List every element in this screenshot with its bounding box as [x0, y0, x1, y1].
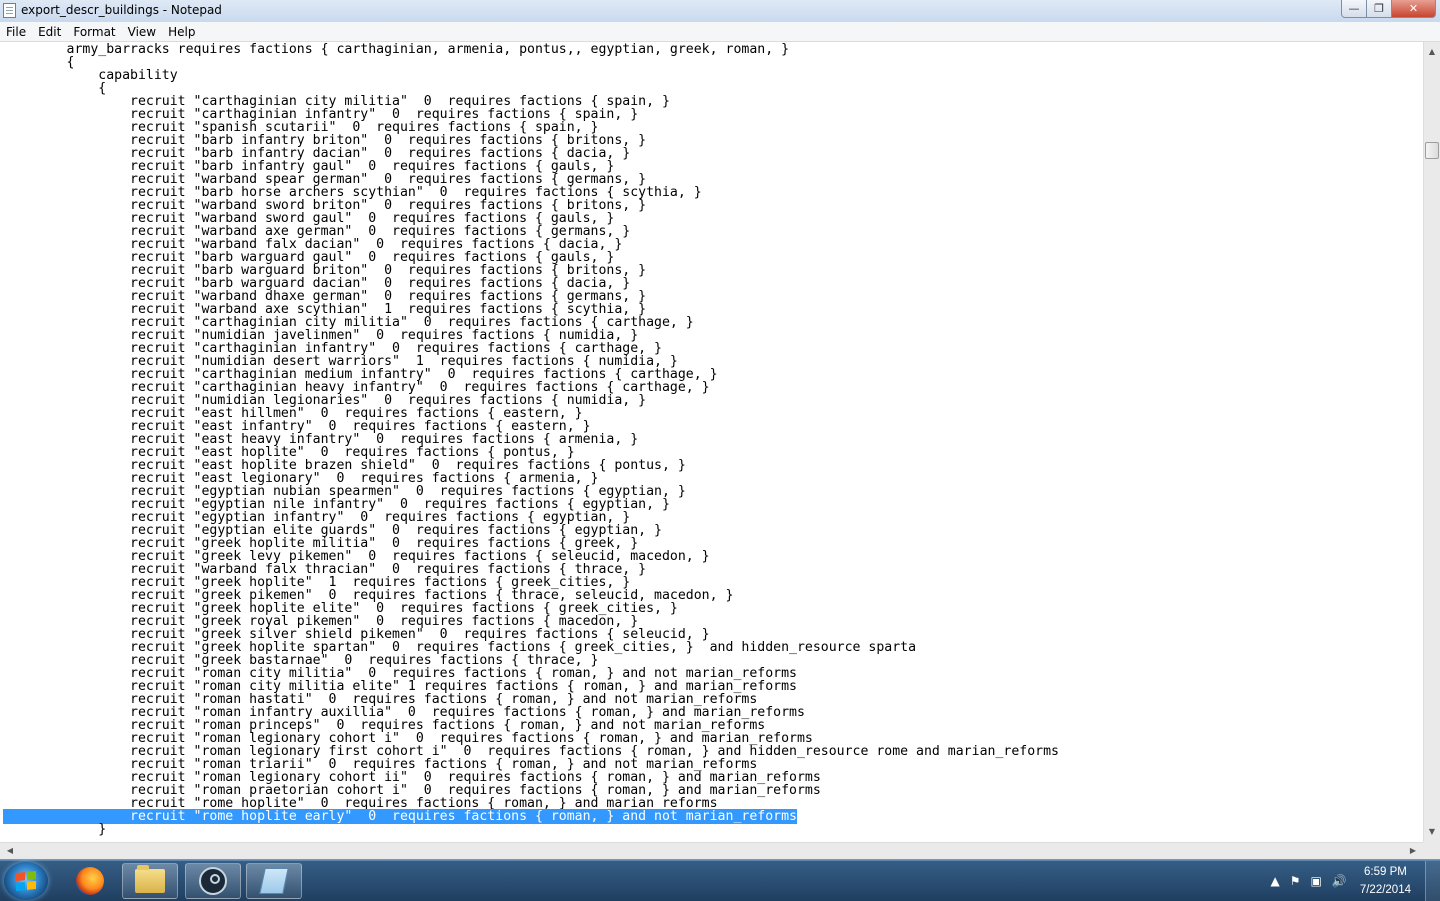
notepad-app-icon[interactable] [3, 3, 16, 18]
minimize-button[interactable]: — [1341, 0, 1367, 18]
network-icon[interactable]: ▣ [1311, 874, 1322, 888]
vertical-scrollbar[interactable]: ▲ ▼ [1423, 42, 1440, 842]
menu-view[interactable]: View [122, 25, 162, 39]
firefox-icon [76, 867, 104, 895]
menu-bar: File Edit Format View Help [0, 22, 1440, 42]
maximize-button[interactable]: ❐ [1366, 0, 1392, 18]
close-icon: ✕ [1408, 2, 1419, 15]
text-line[interactable]: capability [3, 69, 1059, 82]
clock-time: 6:59 PM [1364, 866, 1407, 878]
close-button[interactable]: ✕ [1391, 0, 1436, 18]
system-tray: ▲ ⚑ ▣ 🔊 6:59 PM 7/22/2014 [1266, 861, 1440, 901]
minimize-icon: — [1348, 2, 1360, 15]
scroll-left-arrow-icon[interactable]: ◀ [2, 843, 18, 859]
scroll-right-arrow-icon[interactable]: ▶ [1405, 843, 1421, 859]
action-center-flag-icon[interactable]: ⚑ [1290, 874, 1301, 888]
horizontal-scrollbar[interactable]: ◀ ▶ [0, 842, 1423, 859]
file-explorer-icon [135, 865, 165, 893]
menu-help[interactable]: Help [162, 25, 201, 39]
scroll-up-arrow-icon[interactable]: ▲ [1424, 44, 1440, 60]
scrollbar-corner [1423, 842, 1440, 859]
selected-text-line[interactable]: recruit "rome hoplite early" 0 requires … [3, 809, 1059, 824]
show-hidden-icons-chevron[interactable]: ▲ [1271, 874, 1280, 888]
text-line[interactable]: army_barracks requires factions { cartha… [3, 43, 1059, 56]
notepad-icon [259, 868, 289, 894]
text-editor-area[interactable]: army_barracks requires factions { cartha… [0, 42, 1423, 842]
steam-icon [199, 867, 227, 895]
taskbar-notepad[interactable] [246, 863, 302, 899]
start-button[interactable] [4, 862, 48, 900]
maximize-icon: ❐ [1374, 2, 1384, 15]
show-desktop-button[interactable] [1425, 861, 1440, 901]
text-line[interactable]: } [3, 823, 1059, 836]
document-text[interactable]: army_barracks requires factions { cartha… [3, 43, 1059, 836]
volume-icon[interactable]: 🔊 [1332, 874, 1347, 888]
menu-edit[interactable]: Edit [32, 25, 67, 39]
taskbar-file-explorer[interactable] [122, 863, 178, 899]
window-controls: — ❐ ✕ [1341, 0, 1436, 19]
clock[interactable]: 6:59 PM 7/22/2014 [1360, 863, 1411, 899]
taskbar: ▲ ⚑ ▣ 🔊 6:59 PM 7/22/2014 [0, 860, 1440, 901]
vertical-scroll-thumb[interactable] [1425, 142, 1439, 159]
window-title: export_descr_buildings - Notepad [21, 3, 222, 17]
taskbar-firefox[interactable] [62, 863, 118, 899]
menu-file[interactable]: File [0, 25, 32, 39]
scroll-down-arrow-icon[interactable]: ▼ [1424, 824, 1440, 840]
menu-format[interactable]: Format [67, 25, 121, 39]
windows-start-icon [16, 870, 36, 892]
clock-date: 7/22/2014 [1359, 884, 1411, 896]
title-bar[interactable]: export_descr_buildings - Notepad — ❐ ✕ [0, 0, 1440, 23]
taskbar-steam[interactable] [185, 863, 241, 899]
selection-highlight: recruit "rome hoplite early" 0 requires … [3, 809, 797, 824]
